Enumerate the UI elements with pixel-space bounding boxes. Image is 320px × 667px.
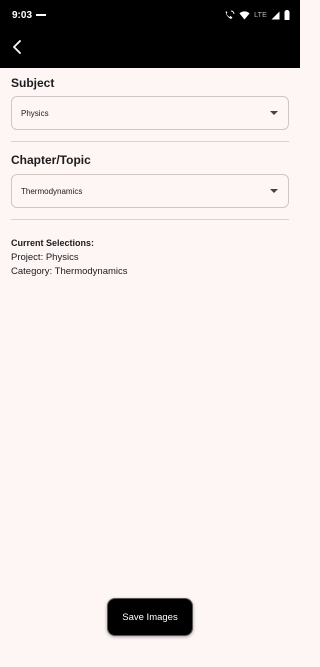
- subject-dropdown[interactable]: Physics: [11, 96, 289, 130]
- subject-selected-value: Physics: [21, 108, 49, 118]
- wifi-icon: [239, 10, 250, 20]
- status-bar: 9:03 LTE: [0, 0, 300, 30]
- chapter-selected-value: Thermodynamics: [21, 186, 83, 196]
- save-images-button[interactable]: Save Images: [107, 598, 193, 636]
- dropdown-arrow-icon: [270, 189, 278, 193]
- status-icons: LTE: [224, 10, 290, 20]
- subject-label: Subject: [11, 76, 55, 90]
- chapter-dropdown[interactable]: Thermodynamics: [11, 174, 289, 208]
- wifi-calling-icon: [224, 10, 235, 20]
- divider: [11, 141, 289, 142]
- chapter-label: Chapter/Topic: [11, 153, 91, 167]
- category-selection-text: Category: Thermodynamics: [11, 266, 128, 277]
- chevron-left-icon: [12, 39, 22, 59]
- notification-dash-icon: [36, 14, 47, 16]
- dropdown-arrow-icon: [270, 111, 278, 115]
- project-selection-text: Project: Physics: [11, 252, 79, 263]
- status-time: 9:03: [12, 9, 33, 21]
- current-selections-title: Current Selections:: [11, 238, 95, 248]
- back-button[interactable]: [6, 38, 28, 60]
- app-bar: [0, 30, 300, 68]
- battery-icon: [284, 10, 290, 20]
- divider: [11, 219, 289, 220]
- signal-icon: [271, 11, 280, 20]
- network-type: LTE: [254, 11, 267, 19]
